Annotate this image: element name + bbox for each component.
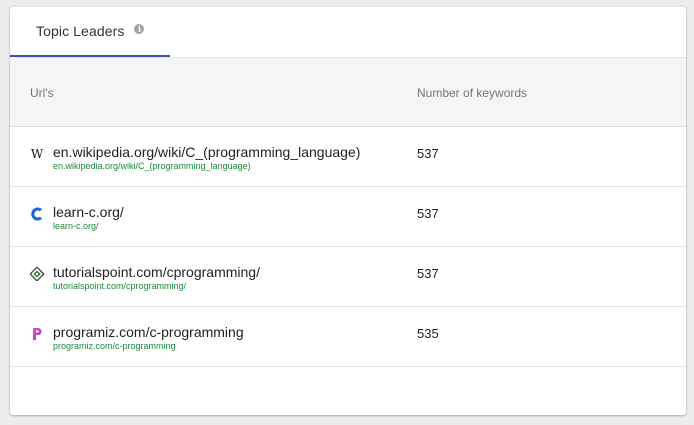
table-row[interactable]: learn-c.org/ learn-c.org/ 537 bbox=[10, 187, 686, 247]
wikipedia-icon: W bbox=[30, 147, 44, 161]
row-keyword-count: 535 bbox=[417, 326, 439, 341]
tab-topic-leaders[interactable]: Topic Leaders i bbox=[10, 7, 170, 57]
table-row[interactable]: programiz.com/c-programming programiz.co… bbox=[10, 307, 686, 367]
tutorialspoint-icon bbox=[30, 267, 44, 281]
topic-leaders-card: Topic Leaders i Url's Number of keywords… bbox=[10, 7, 686, 415]
row-sub-url: learn-c.org/ bbox=[53, 221, 99, 231]
tab-label: Topic Leaders bbox=[36, 23, 125, 39]
row-keyword-count: 537 bbox=[417, 146, 439, 161]
row-keyword-count: 537 bbox=[417, 206, 439, 221]
row-sub-url: tutorialspoint.com/cprogramming/ bbox=[53, 281, 187, 291]
row-url-link[interactable]: en.wikipedia.org/wiki/C_(programming_lan… bbox=[53, 144, 360, 160]
row-url-link[interactable]: learn-c.org/ bbox=[53, 204, 124, 220]
column-header-keywords: Number of keywords bbox=[417, 86, 528, 100]
column-header-url: Url's bbox=[30, 86, 54, 100]
row-keyword-count: 537 bbox=[417, 266, 439, 281]
row-sub-url: programiz.com/c-programming bbox=[53, 341, 176, 351]
info-icon[interactable]: i bbox=[134, 24, 145, 34]
row-url-link[interactable]: programiz.com/c-programming bbox=[53, 324, 244, 340]
tab-bar: Topic Leaders i bbox=[10, 7, 686, 58]
table-row[interactable]: tutorialspoint.com/cprogramming/ tutoria… bbox=[10, 247, 686, 307]
table-header: Url's Number of keywords bbox=[10, 58, 686, 127]
learn-c-icon bbox=[30, 207, 44, 221]
table-row[interactable]: W en.wikipedia.org/wiki/C_(programming_l… bbox=[10, 127, 686, 187]
programiz-icon bbox=[30, 327, 44, 341]
row-url-link[interactable]: tutorialspoint.com/cprogramming/ bbox=[53, 264, 260, 280]
svg-text:W: W bbox=[31, 147, 44, 161]
row-sub-url: en.wikipedia.org/wiki/C_(programming_lan… bbox=[53, 161, 251, 171]
